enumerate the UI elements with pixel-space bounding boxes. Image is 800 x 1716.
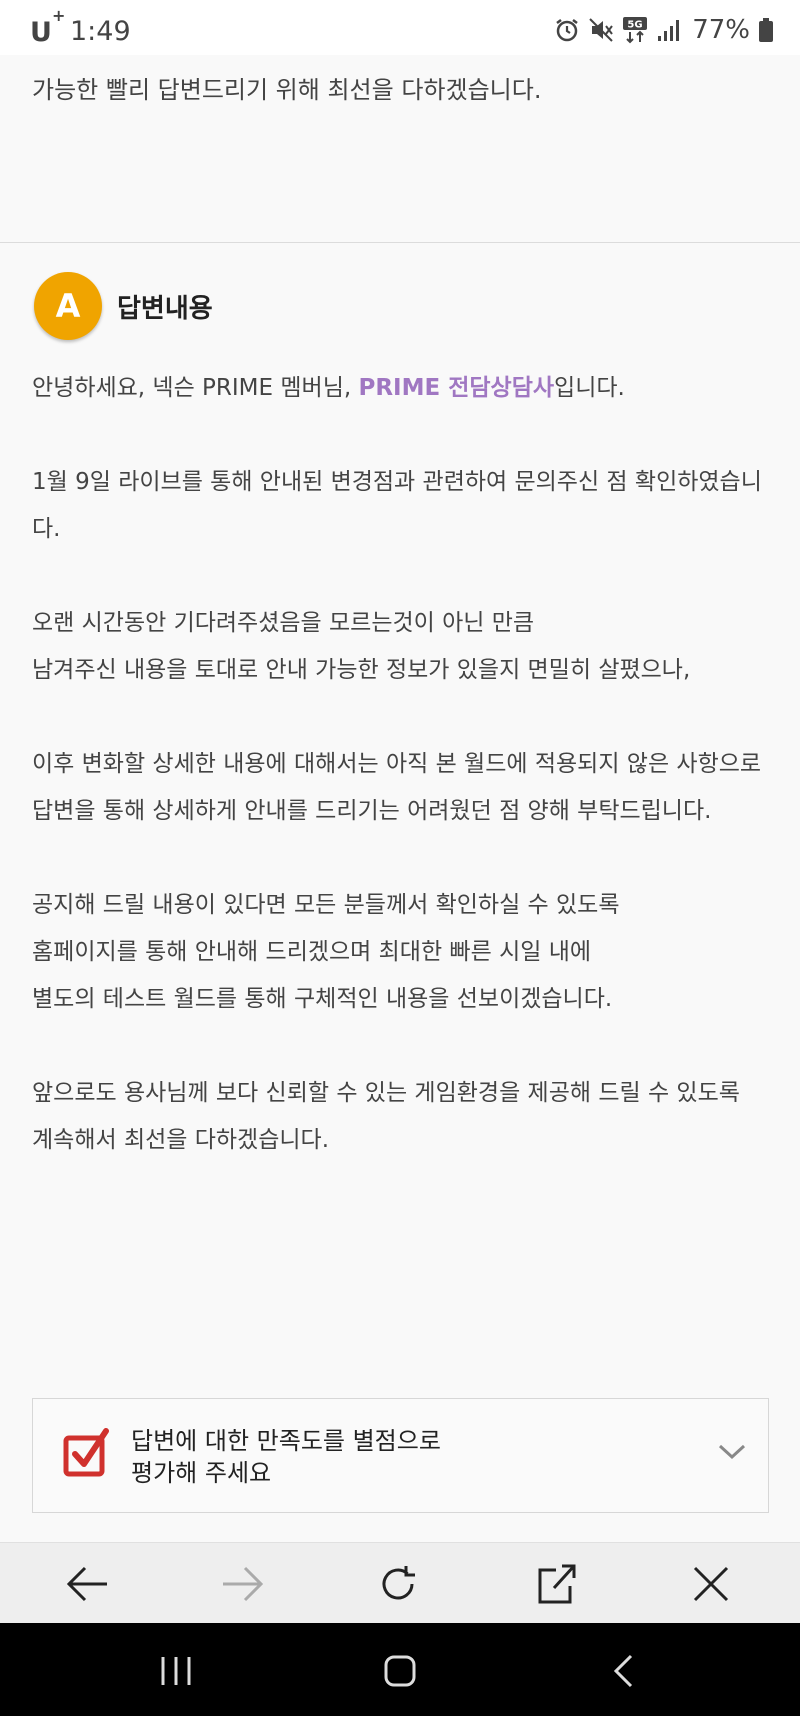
- answer-line: 답변을 통해 상세하게 안내를 드리기는 어려웠던 점 양해 부탁드립니다.: [32, 798, 712, 824]
- answer-line: 공지해 드릴 내용이 있다면 모든 분들께서 확인하실 수 있도록: [32, 892, 620, 918]
- answer-badge: A: [34, 272, 102, 340]
- answer-line: 홈페이지를 통해 안내해 드리겠으며 최대한 빠른 시일 내에: [32, 939, 592, 965]
- status-bar: U+ 1:49 5G 77%: [0, 0, 800, 55]
- back-icon[interactable]: [64, 1561, 110, 1607]
- 5g-network-icon: 5G: [622, 16, 648, 44]
- answer-line: 오랜 시간동안 기다려주셨음을 모르는것이 아닌 만큼: [32, 610, 535, 636]
- status-time: 1:49: [70, 16, 131, 47]
- system-back-icon[interactable]: [604, 1651, 644, 1691]
- answer-line: 이후 변화할 상세한 내용에 대해서는 아직 본 월드에 적용되지 않은 사항으…: [32, 751, 762, 777]
- recent-apps-icon[interactable]: [156, 1651, 196, 1691]
- rating-prompt: 답변에 대한 만족도를 별점으로 평가해 주세요: [131, 1427, 441, 1487]
- alarm-icon: [554, 17, 580, 43]
- signal-icon: [656, 18, 680, 42]
- answer-line: 계속해서 최선을 다하겠습니다.: [32, 1127, 330, 1153]
- rating-accordion[interactable]: 답변에 대한 만족도를 별점으로 평가해 주세요: [32, 1398, 769, 1513]
- battery-icon: [758, 17, 774, 43]
- svg-text:5G: 5G: [628, 20, 643, 31]
- share-icon[interactable]: [533, 1561, 579, 1607]
- answer-line: 남겨주신 내용을 토대로 안내 가능한 정보가 있을지 면밀히 살폈으나,: [32, 657, 691, 683]
- answer-title: 답변내용: [117, 294, 213, 324]
- answer-line: 앞으로도 용사님께 보다 신뢰할 수 있는 게임환경을 제공해 드릴 수 있도록: [32, 1080, 740, 1106]
- section-divider: [0, 242, 800, 243]
- chevron-down-icon[interactable]: [718, 1443, 746, 1465]
- counselor-highlight: PRIME 전담상담사: [358, 375, 555, 401]
- system-nav-bar: [0, 1623, 800, 1716]
- battery-percent: 77%: [692, 15, 750, 45]
- close-icon[interactable]: [688, 1561, 734, 1607]
- answer-greeting: 안녕하세요, 넥슨 PRIME 멤버님, PRIME 전담상담사입니다.: [32, 375, 625, 401]
- answer-line: 별도의 테스트 월드를 통해 구체적인 내용을 선보이겠습니다.: [32, 986, 613, 1012]
- browser-toolbar: [0, 1542, 800, 1623]
- answer-line: 1월 9일 라이브를 통해 안내된 변경점과 관련하여 문의주신 점 확인하였습…: [32, 469, 762, 542]
- status-icons: 5G 77%: [554, 15, 774, 45]
- mute-icon: [588, 17, 614, 43]
- forward-icon[interactable]: [220, 1561, 266, 1607]
- answer-body: 안녕하세요, 넥슨 PRIME 멤버님, PRIME 전담상담사입니다. 1월 …: [32, 365, 772, 1164]
- question-tail-text: 가능한 빨리 답변드리기 위해 최선을 다하겠습니다.: [32, 76, 542, 104]
- reload-icon[interactable]: [375, 1561, 421, 1607]
- home-icon[interactable]: [380, 1651, 420, 1691]
- carrier-label: U+: [30, 6, 66, 48]
- checkbox-icon: [63, 1427, 111, 1483]
